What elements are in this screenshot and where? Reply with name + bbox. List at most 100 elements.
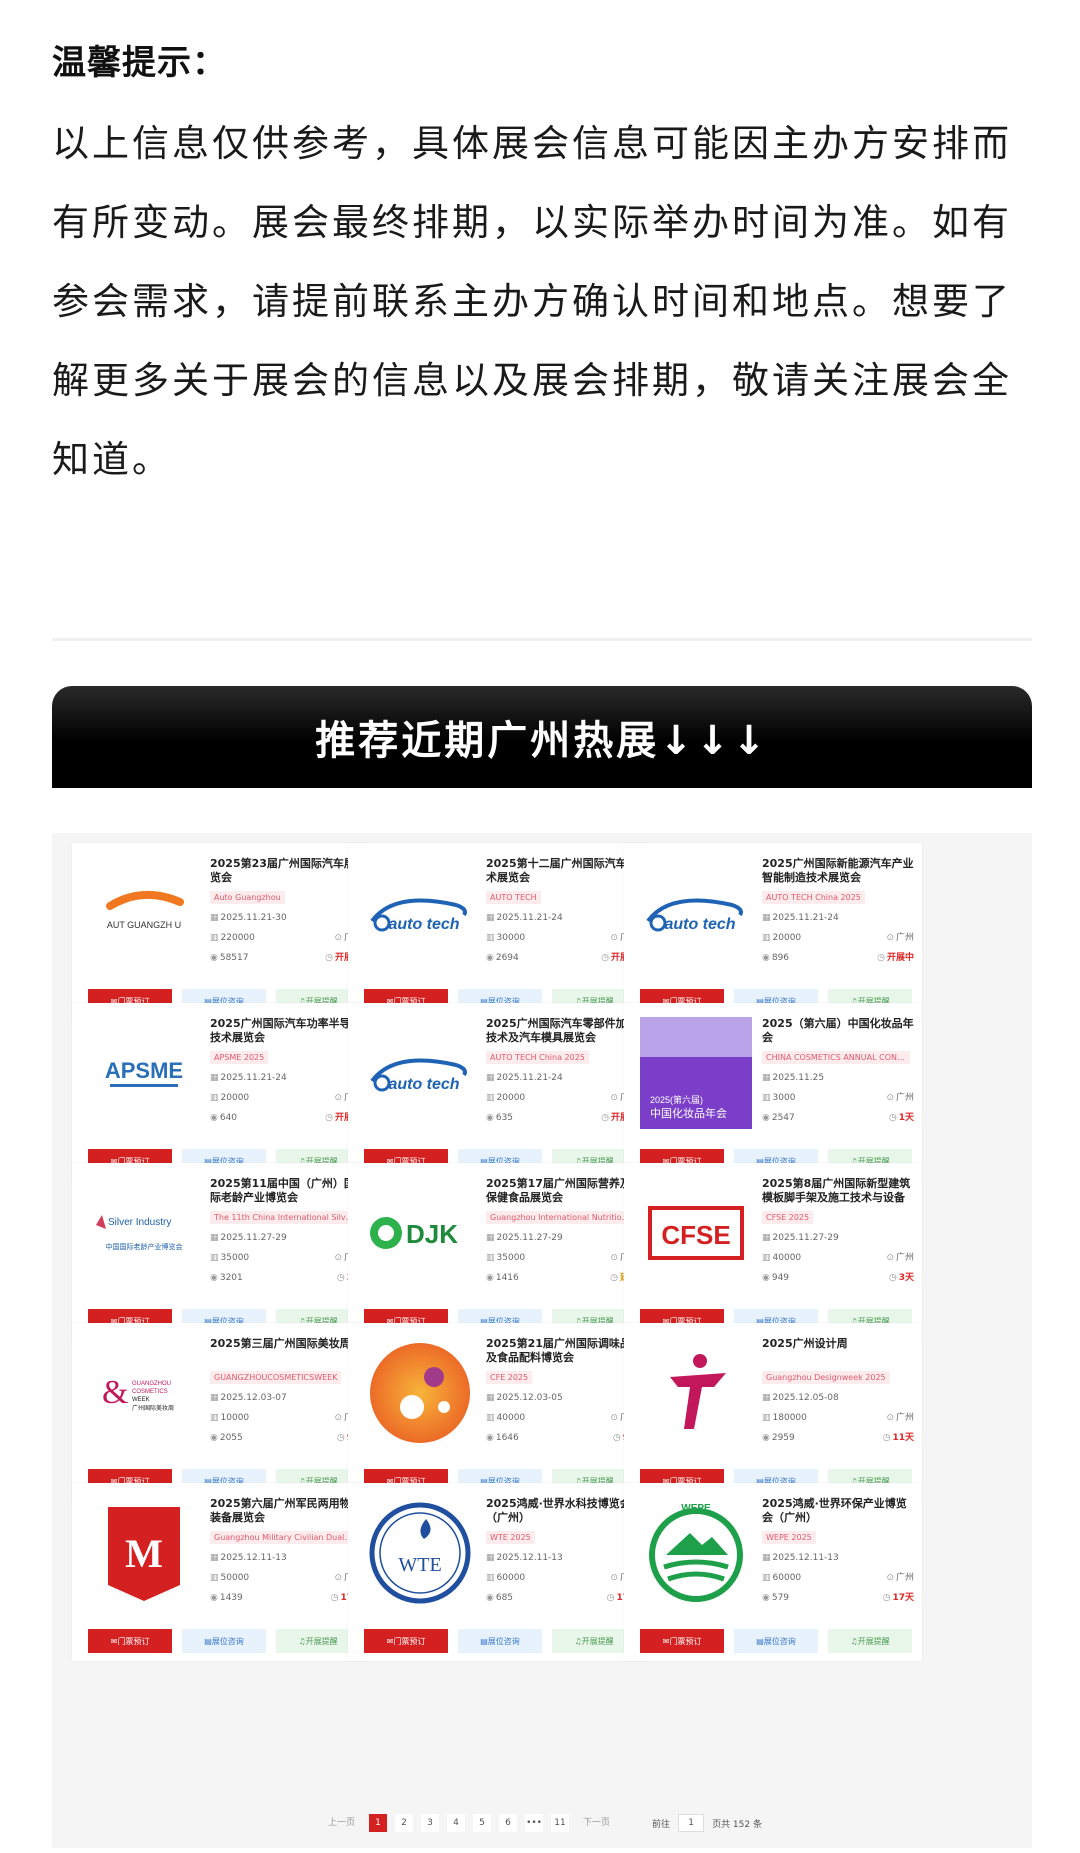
- page-number-button[interactable]: 3: [421, 1814, 440, 1832]
- date-row: ▦ 2025.11.25: [762, 1068, 914, 1088]
- views-row: ◉1646◷9天: [486, 1428, 638, 1448]
- svg-text:WTE: WTE: [398, 1554, 441, 1576]
- expo-tag: WTE 2025: [486, 1531, 535, 1544]
- expo-logo[interactable]: AUT GUANGZH U: [88, 857, 200, 969]
- date-row: ▦ 2025.11.27-29: [486, 1228, 638, 1248]
- expo-info: 2025第8届广州国际新型建筑模板脚手架及施工技术与设备展览会 CFSE 202…: [762, 1177, 914, 1288]
- expo-logo[interactable]: APSME: [88, 1017, 200, 1129]
- city-label: ⊙广州: [886, 1413, 914, 1423]
- recommend-banner: 推荐近期广州热展↓↓↓: [52, 686, 1032, 788]
- expo-card[interactable]: 2025(第六届) 中国化妆品年会 2025（第六届）中国化妆品年会 CHINA…: [624, 1003, 922, 1181]
- expo-card[interactable]: 2025广州设计周 Guangzhou Designweek 2025 ▦ 202…: [624, 1323, 922, 1501]
- area-row: ▥ 3000 ⊙ 广州: [762, 1088, 914, 1108]
- expo-date: 2025.12.03-07: [220, 1393, 287, 1403]
- next-page-button[interactable]: 下一页: [577, 1814, 616, 1832]
- expo-logo[interactable]: DJK: [364, 1177, 476, 1289]
- expo-card[interactable]: & GUANGZHOU COSMETICS WEEK 广州国际美妆周 2025第…: [72, 1323, 370, 1501]
- expo-title[interactable]: 2025广州国际汽车功率半导体技术展览会: [210, 1017, 362, 1045]
- remind-button[interactable]: ♫ 开展提醒: [828, 1629, 912, 1653]
- location-icon: ⊙: [334, 933, 342, 943]
- expo-logo[interactable]: [364, 1337, 476, 1449]
- expo-title[interactable]: 2025鸿威·世界水科技博览会（广州）: [486, 1497, 638, 1525]
- expo-logo[interactable]: [640, 1337, 752, 1449]
- expo-title[interactable]: 2025第三届广州国际美妆周: [210, 1337, 362, 1365]
- expo-title[interactable]: 2025广州国际汽车零部件加工技术及汽车模具展览会: [486, 1017, 638, 1045]
- clock-icon: ◷: [612, 1433, 621, 1443]
- expo-tag: The 11th China International Silver Ind.…: [210, 1211, 358, 1224]
- city-label: ⊙广州: [886, 1093, 914, 1103]
- goto-page-input[interactable]: 1: [678, 1814, 705, 1832]
- expo-logo[interactable]: & GUANGZHOU COSMETICS WEEK 广州国际美妆周: [88, 1337, 200, 1449]
- expo-title[interactable]: 2025（第六届）中国化妆品年会: [762, 1017, 914, 1045]
- expo-title[interactable]: 2025第六届广州军民两用物资装备展览会: [210, 1497, 362, 1525]
- expo-title[interactable]: 2025鸿威·世界环保产业博览会（广州）: [762, 1497, 914, 1525]
- date-row: ▦ 2025.11.21-24: [762, 908, 914, 928]
- expo-logo[interactable]: auto tech: [364, 857, 476, 969]
- page-number-button[interactable]: 11: [551, 1814, 570, 1832]
- expo-title[interactable]: 2025第8届广州国际新型建筑模板脚手架及施工技术与设备展览会: [762, 1177, 914, 1205]
- page-number-button[interactable]: 2: [395, 1814, 414, 1832]
- expo-views: 2547: [771, 1113, 795, 1123]
- expo-info: 2025广州国际汽车零部件加工技术及汽车模具展览会 AUTO TECH Chin…: [486, 1017, 638, 1128]
- expo-logo[interactable]: WEPE: [640, 1497, 752, 1609]
- expo-card[interactable]: CFSE 2025第8届广州国际新型建筑模板脚手架及施工技术与设备展览会 CFS…: [624, 1163, 922, 1341]
- expo-title[interactable]: 2025广州设计周: [762, 1337, 914, 1365]
- location-icon: ⊙: [334, 1093, 342, 1103]
- expo-title[interactable]: 2025第11届中国（广州）国际老龄产业博览会: [210, 1177, 362, 1205]
- expo-title[interactable]: 2025广州国际新能源汽车产业智能制造技术展览会: [762, 857, 914, 885]
- expo-logo[interactable]: WTE: [364, 1497, 476, 1609]
- expo-date: 2025.11.21-24: [496, 1073, 563, 1083]
- area-row: ▥ 180000 ⊙ 广州: [762, 1408, 914, 1428]
- expo-card[interactable]: DJK 2025第17届广州国际营养及保健食品展览会 Guangzhou Int…: [348, 1163, 646, 1341]
- building-icon: ▥: [210, 1093, 219, 1103]
- expo-logo[interactable]: M: [88, 1497, 200, 1609]
- expo-card[interactable]: M 2025第六届广州军民两用物资装备展览会 Guangzhou Militar…: [72, 1483, 370, 1661]
- svg-text:auto tech: auto tech: [388, 1076, 459, 1093]
- expo-logo[interactable]: auto tech: [640, 857, 752, 969]
- expo-title[interactable]: 2025第17届广州国际营养及保健食品展览会: [486, 1177, 638, 1205]
- page-number-button[interactable]: 1: [369, 1814, 388, 1832]
- svg-text:DJK: DJK: [406, 1219, 458, 1249]
- ticket-button[interactable]: ✉ 门票预订: [640, 1629, 724, 1653]
- expo-card[interactable]: Silver Industry 中国国际老龄产业博览会 2025第11届中国（广…: [72, 1163, 370, 1341]
- building-icon: ▥: [762, 1413, 771, 1423]
- expo-logo[interactable]: Silver Industry 中国国际老龄产业博览会: [88, 1177, 200, 1289]
- expo-tag: WEPE 2025: [762, 1531, 816, 1544]
- area-row: ▥10000 ⊙广州: [210, 1408, 362, 1428]
- expo-area: 220000: [220, 933, 255, 943]
- booth-button[interactable]: ▤ 展位咨询: [734, 1629, 818, 1653]
- expo-logo[interactable]: CFSE: [640, 1177, 752, 1289]
- expo-card[interactable]: WEPE 2025鸿威·世界环保产业博览会（广州） WEPE 2025 ▦ 202…: [624, 1483, 922, 1661]
- ticket-button[interactable]: ✉ 门票预订: [88, 1629, 172, 1653]
- page-number-button[interactable]: 5: [473, 1814, 492, 1832]
- expo-title[interactable]: 2025第21届广州国际调味品及食品配料博览会: [486, 1337, 638, 1365]
- expo-card[interactable]: auto tech 2025广州国际新能源汽车产业智能制造技术展览会 AUTO …: [624, 843, 922, 1021]
- page-number-button[interactable]: 6: [499, 1814, 518, 1832]
- expo-card[interactable]: auto tech 2025广州国际汽车零部件加工技术及汽车模具展览会 AUTO…: [348, 1003, 646, 1181]
- expo-tag: GUANGZHOUCOSMETICSWEEK: [210, 1371, 342, 1384]
- booth-button[interactable]: ▤ 展位咨询: [458, 1629, 542, 1653]
- expo-info: 2025第六届广州军民两用物资装备展览会 Guangzhou Military …: [210, 1497, 362, 1608]
- expo-views: 1416: [495, 1273, 519, 1283]
- expo-card[interactable]: auto tech 2025第十二届广州国际汽车技术展览会 AUTO TECH …: [348, 843, 646, 1021]
- expo-title[interactable]: 2025第23届广州国际汽车展览会: [210, 857, 362, 885]
- expo-date: 2025.12.11-13: [496, 1553, 563, 1563]
- expo-card[interactable]: WTE 2025鸿威·世界水科技博览会（广州） WTE 2025 ▦ 2025.1…: [348, 1483, 646, 1661]
- ticket-button[interactable]: ✉ 门票预订: [364, 1629, 448, 1653]
- expo-logo[interactable]: 2025(第六届) 中国化妆品年会: [640, 1017, 752, 1129]
- expo-card[interactable]: AUT GUANGZH U 2025第23届广州国际汽车展览会 Auto Gua…: [72, 843, 370, 1021]
- expo-card[interactable]: 2025第21届广州国际调味品及食品配料博览会 CFE 2025 ▦ 2025.1…: [348, 1323, 646, 1501]
- expo-views: 640: [219, 1113, 238, 1123]
- expo-logo[interactable]: auto tech: [364, 1017, 476, 1129]
- expo-date: 2025.12.11-13: [772, 1553, 839, 1563]
- calendar-icon: ▦: [486, 1393, 495, 1403]
- expo-card[interactable]: APSME 2025广州国际汽车功率半导体技术展览会 APSME 2025 ▦ 2…: [72, 1003, 370, 1181]
- expo-title[interactable]: 2025第十二届广州国际汽车技术展览会: [486, 857, 638, 885]
- prev-page-button[interactable]: 上一页: [322, 1814, 361, 1832]
- clock-icon: ◷: [877, 953, 885, 963]
- page-number-button[interactable]: 4: [447, 1814, 466, 1832]
- calendar-icon: ▦: [762, 1233, 771, 1243]
- expo-tag: Guangzhou Designweek 2025: [762, 1371, 890, 1384]
- booth-button[interactable]: ▤ 展位咨询: [182, 1629, 266, 1653]
- page-number-button[interactable]: •••: [525, 1814, 544, 1832]
